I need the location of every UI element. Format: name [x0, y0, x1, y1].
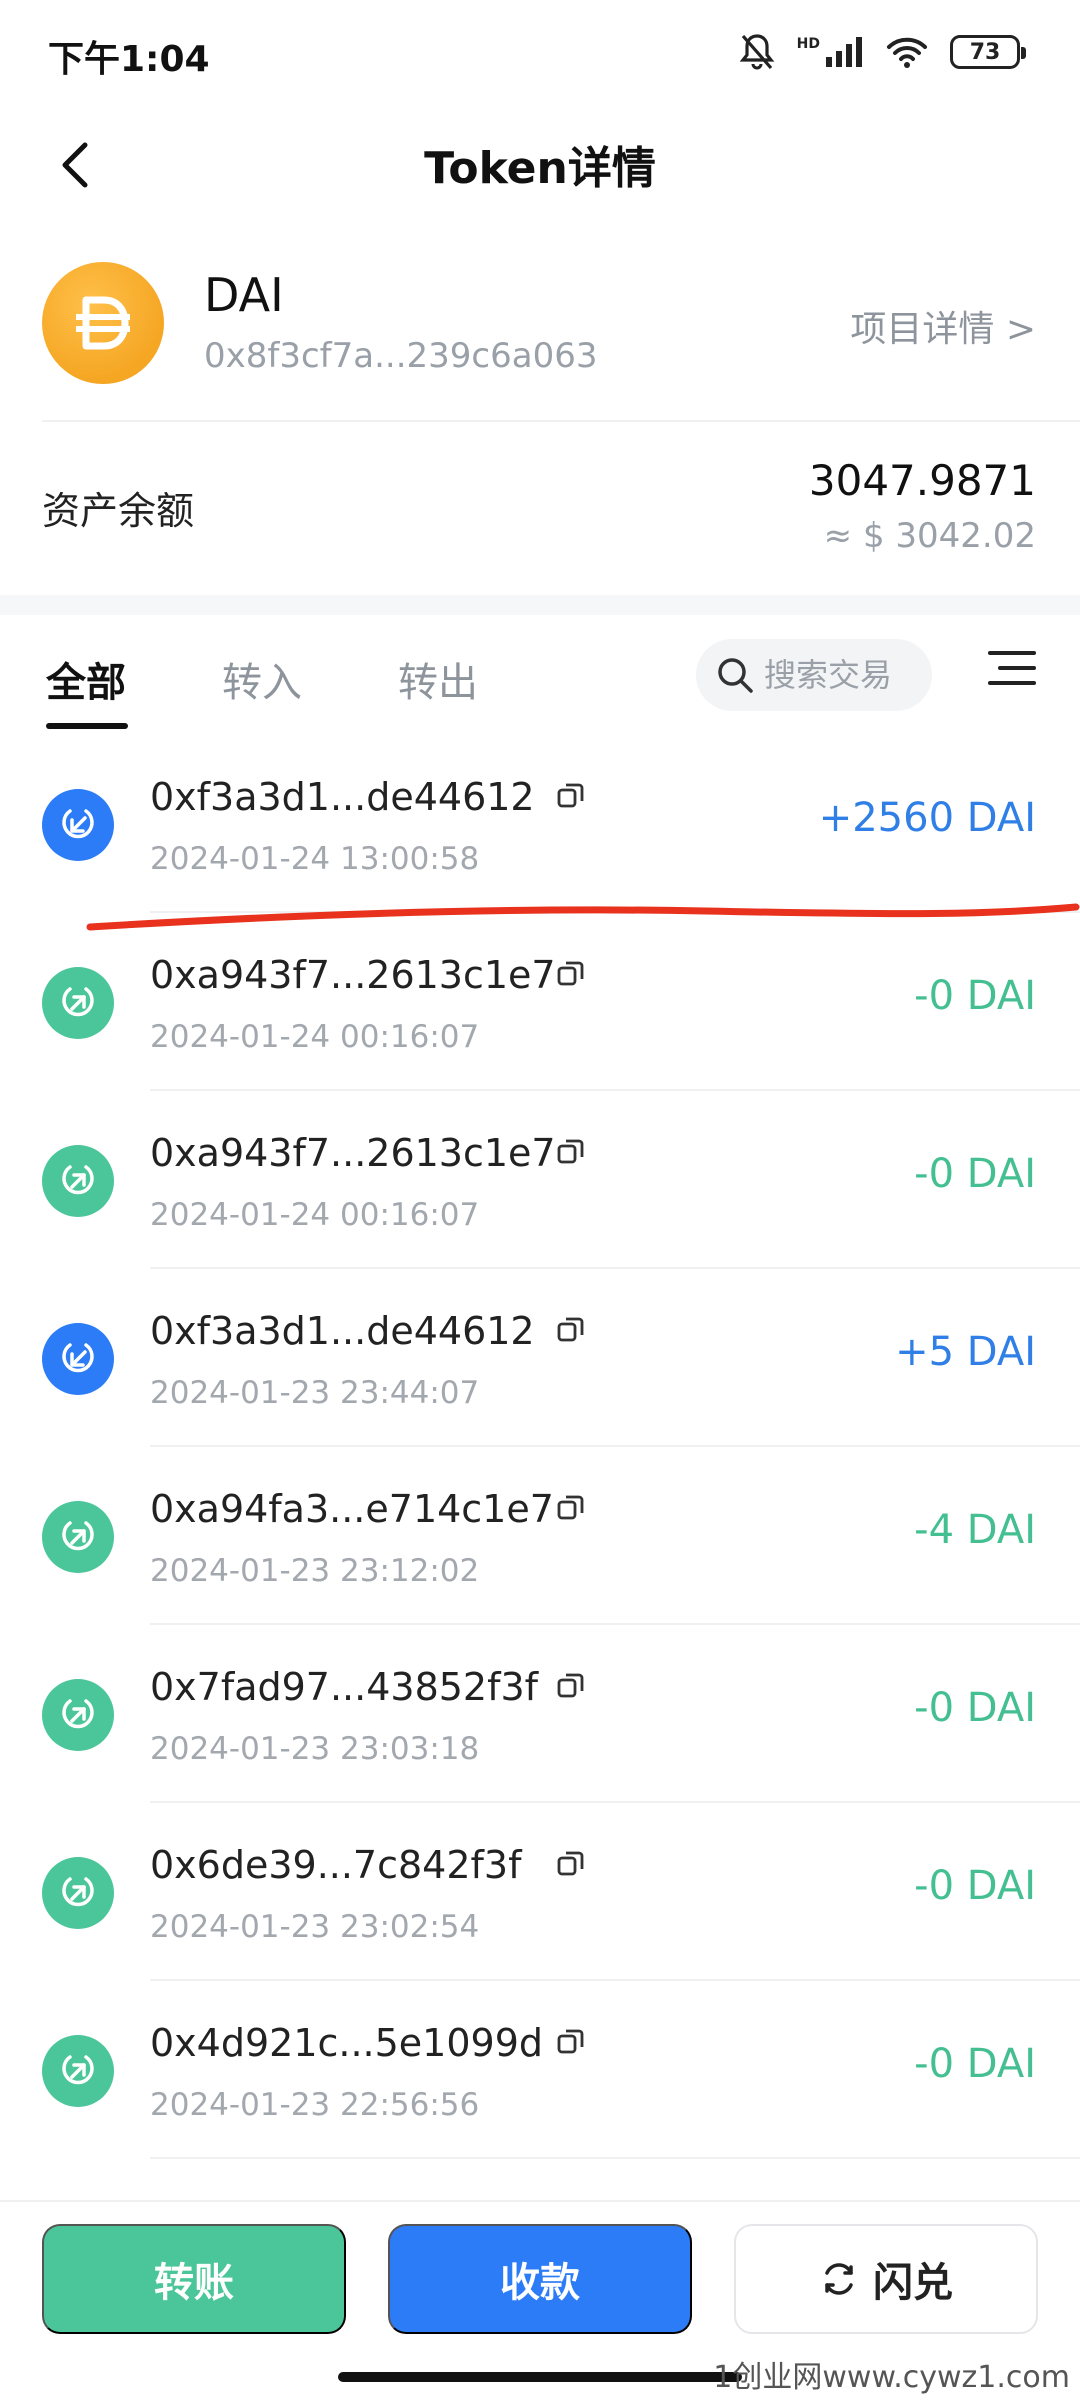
nav-bar: Token详情	[0, 110, 1080, 220]
transaction-row[interactable]: 0xa943f7...2613c1e7 2024-01-24 00:16:07 …	[0, 1091, 1080, 1269]
copy-icon[interactable]	[556, 781, 586, 811]
tab-outgoing[interactable]: 转出	[398, 650, 478, 708]
outgoing-icon	[42, 1145, 114, 1217]
divider	[42, 420, 1080, 422]
watermark: 1创业网www.cywz1.com	[713, 2360, 1070, 2395]
token-card: DAI 0x8f3cf7a...239c6a063 项目详情 > 资产余额 30…	[0, 220, 1080, 595]
outgoing-icon	[42, 1679, 114, 1751]
receive-button[interactable]: 收款	[388, 2224, 692, 2334]
transaction-row[interactable]: 0x6de39...7c842f3f 2024-01-23 23:02:54 -…	[0, 1803, 1080, 1981]
balance-label: 资产余额	[42, 489, 195, 533]
search-box[interactable]	[696, 639, 932, 711]
copy-icon[interactable]	[556, 1671, 586, 1701]
balance-fiat-value: ≈ $ 3042.02	[823, 516, 1036, 556]
transaction-time: 2024-01-23 23:12:02	[150, 1553, 480, 1589]
tab-all[interactable]: 全部	[46, 650, 126, 708]
transaction-row[interactable]: 0x4d921c...5e1099d 2024-01-23 22:56:56 -…	[0, 1981, 1080, 2159]
transaction-time: 2024-01-24 00:16:07	[150, 1019, 480, 1055]
status-time: 下午1:04	[48, 39, 210, 80]
transaction-time: 2024-01-23 23:02:54	[150, 1909, 480, 1945]
wifi-icon	[887, 37, 927, 68]
transaction-panel: 全部 转入 转出 0xf3a3d1...de44612 2024-01-24 1…	[0, 615, 1080, 2200]
tab-active-indicator	[46, 723, 128, 729]
copy-icon[interactable]	[556, 959, 586, 989]
dai-logo-icon	[42, 262, 164, 384]
transaction-amount: -0 DAI	[914, 973, 1036, 1019]
incoming-icon	[42, 789, 114, 861]
project-details-link[interactable]: 项目详情 >	[850, 300, 1036, 352]
transaction-row[interactable]: 0xf3a3d1...de44612 2024-01-23 23:44:07 +…	[0, 1269, 1080, 1447]
swap-label: 闪兑	[873, 2260, 953, 2306]
transaction-row[interactable]: 0xa943f7...2613c1e7 2024-01-24 00:16:07 …	[0, 913, 1080, 1091]
transaction-amount: -0 DAI	[914, 1863, 1036, 1909]
transaction-hash: 0x4d921c...5e1099d	[150, 2021, 544, 2065]
transaction-hash: 0xf3a3d1...de44612	[150, 1309, 535, 1353]
transaction-time: 2024-01-23 23:03:18	[150, 1731, 480, 1767]
transaction-list: 0xf3a3d1...de44612 2024-01-24 13:00:58 +…	[0, 735, 1080, 2159]
transaction-amount: +5 DAI	[895, 1329, 1036, 1375]
swap-icon	[825, 2263, 853, 2295]
outgoing-icon	[42, 1501, 114, 1573]
search-icon	[718, 658, 753, 693]
transaction-hash: 0x6de39...7c842f3f	[150, 1843, 522, 1887]
swap-button[interactable]: 闪兑	[734, 2224, 1038, 2334]
copy-icon[interactable]	[556, 1849, 586, 1879]
home-indicator	[338, 2372, 742, 2382]
filter-button[interactable]	[988, 651, 1036, 699]
outgoing-icon	[42, 2035, 114, 2107]
transaction-time: 2024-01-24 13:00:58	[150, 841, 480, 877]
bottom-action-bar: 转账 收款 闪兑 1创业网www.cywz1.com	[0, 2200, 1080, 2400]
battery-icon: 73	[950, 35, 1026, 69]
transaction-hash: 0x7fad97...43852f3f	[150, 1665, 539, 1709]
status-icons: HD 73	[739, 30, 1026, 74]
signal-icon	[826, 37, 862, 67]
transaction-amount: -0 DAI	[914, 2041, 1036, 2087]
transaction-hash: 0xa94fa3...e714c1e7	[150, 1487, 554, 1531]
transaction-amount: -0 DAI	[914, 1685, 1036, 1731]
transaction-hash: 0xa943f7...2613c1e7	[150, 1131, 556, 1175]
transaction-hash: 0xf3a3d1...de44612	[150, 775, 535, 819]
balance-amount: 3047.9871	[808, 456, 1036, 505]
mute-bell-icon	[739, 34, 774, 70]
outgoing-icon	[42, 967, 114, 1039]
filter-icon	[988, 651, 1036, 655]
tab-bar: 全部 转入 转出	[0, 615, 1080, 735]
copy-icon[interactable]	[556, 1137, 586, 1167]
transaction-row[interactable]: 0xa94fa3...e714c1e7 2024-01-23 23:12:02 …	[0, 1447, 1080, 1625]
tab-incoming[interactable]: 转入	[222, 650, 302, 708]
search-input[interactable]	[764, 656, 924, 694]
outgoing-icon	[42, 1857, 114, 1929]
transaction-amount: +2560 DAI	[818, 795, 1036, 841]
transaction-time: 2024-01-23 23:44:07	[150, 1375, 480, 1411]
transaction-row[interactable]: 0xf3a3d1...de44612 2024-01-24 13:00:58 +…	[0, 735, 1080, 913]
incoming-icon	[42, 1323, 114, 1395]
transaction-amount: -0 DAI	[914, 1151, 1036, 1197]
token-name: DAI	[204, 268, 284, 322]
transaction-time: 2024-01-24 00:16:07	[150, 1197, 480, 1233]
status-bar: 下午1:04 HD 73	[0, 0, 1080, 110]
page-title: Token详情	[424, 143, 656, 194]
token-address: 0x8f3cf7a...239c6a063	[204, 336, 598, 376]
copy-icon[interactable]	[556, 1315, 586, 1345]
copy-icon[interactable]	[556, 2027, 586, 2057]
transaction-hash: 0xa943f7...2613c1e7	[150, 953, 556, 997]
hd-label: HD	[796, 36, 820, 52]
transaction-row[interactable]: 0x7fad97...43852f3f 2024-01-23 23:03:18 …	[0, 1625, 1080, 1803]
transaction-time: 2024-01-23 22:56:56	[150, 2087, 480, 2123]
transfer-button[interactable]: 转账	[42, 2224, 346, 2334]
transaction-amount: -4 DAI	[914, 1507, 1036, 1553]
copy-icon[interactable]	[556, 1493, 586, 1523]
